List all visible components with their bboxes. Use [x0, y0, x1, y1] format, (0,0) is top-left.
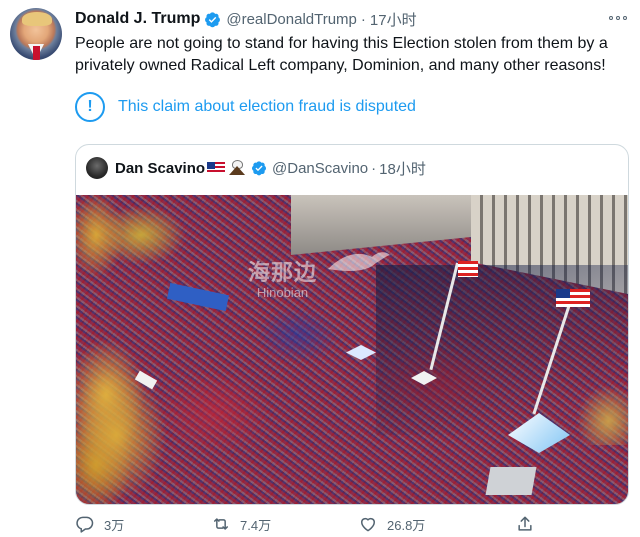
vehicle	[485, 467, 537, 495]
share-icon	[518, 516, 532, 531]
retweet-count: 7.4万	[240, 517, 272, 533]
retweet-icon	[214, 518, 228, 530]
quoted-author-avatar[interactable]	[86, 157, 108, 179]
quoted-tweet[interactable]: Dan Scavino @DanScavino · 18小时 海那边 Hinob…	[75, 144, 629, 505]
verified-badge-icon	[204, 11, 221, 28]
avatar-hair	[22, 12, 52, 26]
crowd-photo[interactable]: 海那边 Hinobian	[76, 195, 628, 504]
tweet-timestamp[interactable]: 17小时	[370, 9, 417, 30]
quoted-author-handle[interactable]: @DanScavino	[272, 160, 368, 177]
tweet-text: People are not going to stand for having…	[75, 35, 608, 74]
watermark-cn: 海那边	[248, 261, 318, 286]
separator-dot: ·	[360, 10, 366, 28]
author-handle[interactable]: @realDonaldTrump	[226, 11, 357, 28]
notice-text[interactable]: This claim about election fraud is dispu…	[118, 98, 416, 116]
like-button[interactable]: 26.8万	[358, 512, 425, 536]
tree	[76, 345, 206, 504]
author-avatar[interactable]	[10, 8, 62, 60]
author-name[interactable]: Donald J. Trump	[75, 10, 200, 28]
like-icon	[360, 517, 376, 532]
avatar-tie	[33, 46, 40, 60]
share-button[interactable]	[515, 512, 535, 536]
quoted-author-name[interactable]: Dan Scavino	[115, 160, 205, 177]
tweet-header: Donald J. Trump @realDonaldTrump · 17小时	[75, 8, 417, 30]
banner	[166, 282, 230, 312]
watermark: 海那边 Hinobian	[248, 255, 317, 300]
reply-count: 3万	[104, 517, 125, 533]
quoted-tweet-header: Dan Scavino @DanScavino · 18小时	[86, 155, 426, 181]
retweet-button[interactable]: 7.4万	[211, 512, 271, 536]
watermark-en: Hinobian	[256, 285, 309, 300]
reply-icon	[76, 516, 94, 533]
flag	[458, 261, 478, 277]
more-icon[interactable]	[606, 10, 630, 26]
action-bar: 3万 7.4万 26.8万	[75, 512, 545, 536]
us-flag-icon	[207, 162, 226, 174]
quoted-tweet-timestamp[interactable]: 18小时	[379, 158, 426, 179]
verified-badge-icon	[251, 160, 267, 176]
disputed-claim-notice[interactable]: ! This claim about election fraud is dis…	[75, 90, 416, 124]
like-count: 26.8万	[387, 517, 426, 533]
separator-dot: ·	[371, 159, 377, 177]
flag	[556, 289, 590, 307]
building	[291, 195, 471, 255]
info-icon: !	[75, 92, 105, 122]
tree	[576, 385, 628, 445]
tent	[346, 345, 376, 360]
reply-button[interactable]: 3万	[75, 512, 124, 536]
eagle-icon	[228, 160, 246, 176]
watermark-bird-icon	[328, 252, 390, 271]
